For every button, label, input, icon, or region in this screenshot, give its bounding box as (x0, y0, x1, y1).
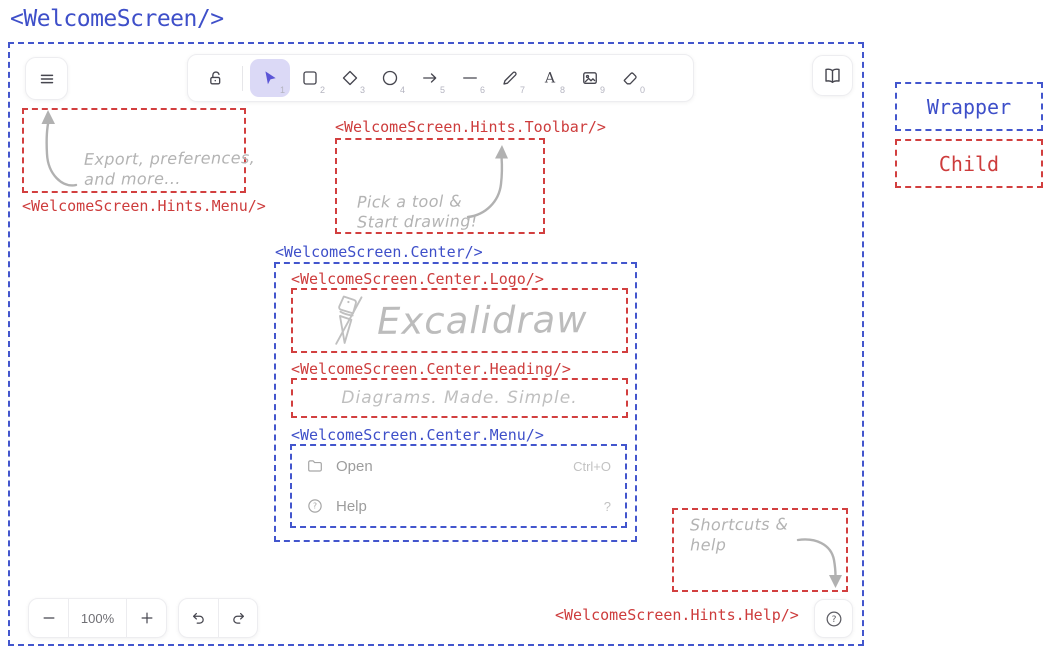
tool-shortcut: 7 (520, 85, 525, 95)
diamond-tool-button[interactable]: 3 (330, 59, 370, 97)
menu-item-shortcut: ? (604, 499, 611, 514)
question-circle-icon: ? (306, 497, 324, 515)
menu-item-open[interactable]: Open Ctrl+O (294, 451, 623, 481)
ellipse-icon (380, 68, 400, 88)
pencil-icon (500, 68, 520, 88)
menu-hint-arrow (36, 108, 86, 190)
book-icon (822, 65, 843, 86)
help-icon: ? (824, 609, 844, 629)
image-icon (580, 68, 600, 88)
menu-item-label: Open (336, 458, 373, 475)
draw-tool-button[interactable]: 7 (490, 59, 530, 97)
center-label: <WelcomeScreen.Center/> (275, 243, 483, 261)
folder-icon (306, 457, 324, 475)
tool-shortcut: 0 (640, 85, 645, 95)
help-hint-arrow (790, 528, 844, 592)
eraser-icon (620, 68, 640, 88)
legend-wrapper-label: Wrapper (927, 95, 1011, 119)
help-button[interactable]: ? (814, 599, 853, 638)
rectangle-tool-button[interactable]: 2 (290, 59, 330, 97)
logo-text: Excalidraw (377, 298, 588, 343)
center-heading-outline: Diagrams. Made. Simple. (291, 378, 628, 418)
undo-button[interactable] (179, 599, 218, 637)
zoom-controls: 100% (28, 598, 167, 638)
center-menu-label: <WelcomeScreen.Center.Menu/> (291, 426, 544, 444)
menu-hint-text: Export, preferences, and more... (84, 148, 256, 190)
tool-shortcut: 2 (320, 85, 325, 95)
tool-shortcut: 5 (440, 85, 445, 95)
tool-shortcut: 9 (600, 85, 605, 95)
tool-shortcut: 6 (480, 85, 485, 95)
eraser-tool-button[interactable]: 0 (610, 59, 650, 97)
legend-child-label: Child (939, 152, 999, 176)
legend-child-box: Child (895, 139, 1043, 188)
selection-cursor-icon (260, 68, 280, 88)
menu-item-shortcut: Ctrl+O (573, 459, 611, 474)
text-tool-button[interactable]: A 8 (530, 59, 570, 97)
svg-text:A: A (544, 71, 556, 87)
image-tool-button[interactable]: 9 (570, 59, 610, 97)
tool-shortcut: 4 (400, 85, 405, 95)
zoom-in-button[interactable] (127, 599, 166, 637)
arrow-tool-button[interactable]: 5 (410, 59, 450, 97)
legend-wrapper-box: Wrapper (895, 82, 1043, 131)
hints-menu-label: <WelcomeScreen.Hints.Menu/> (22, 197, 266, 215)
pen-logo-icon (331, 294, 365, 348)
main-menu-button[interactable] (25, 57, 68, 100)
diamond-icon (340, 68, 360, 88)
menu-item-label: Help (336, 498, 367, 515)
tool-shortcut: 3 (360, 85, 365, 95)
selection-tool-button[interactable]: 1 (250, 59, 290, 97)
center-heading-text: Diagrams. Made. Simple. (293, 380, 626, 416)
toolbar: 1 2 3 4 5 (187, 54, 694, 102)
redo-button[interactable] (218, 599, 257, 637)
welcome-screen-diagram: <WelcomeScreen/> 1 2 (0, 0, 1053, 661)
undo-redo-controls (178, 598, 258, 638)
lock-tool-button[interactable] (195, 59, 235, 97)
ellipse-tool-button[interactable]: 4 (370, 59, 410, 97)
rectangle-icon (300, 68, 320, 88)
lock-icon (205, 68, 225, 88)
svg-text:?: ? (831, 614, 836, 625)
text-icon: A (540, 68, 560, 88)
line-icon (460, 68, 480, 88)
center-logo-label: <WelcomeScreen.Center.Logo/> (291, 270, 544, 288)
toolbar-divider (242, 66, 243, 91)
tool-shortcut: 1 (280, 85, 285, 95)
welcomescreen-title-label: <WelcomeScreen/> (10, 6, 224, 32)
svg-text:?: ? (313, 502, 317, 511)
redo-icon (229, 609, 248, 628)
arrow-icon (420, 68, 440, 88)
line-tool-button[interactable]: 6 (450, 59, 490, 97)
hamburger-menu-icon (36, 68, 58, 90)
center-menu-outline: Open Ctrl+O ? Help ? (290, 444, 627, 528)
hints-toolbar-label: <WelcomeScreen.Hints.Toolbar/> (335, 118, 606, 136)
plus-icon (138, 609, 156, 627)
minus-icon (40, 609, 58, 627)
center-heading-label: <WelcomeScreen.Center.Heading/> (291, 360, 571, 378)
menu-item-help[interactable]: ? Help ? (294, 491, 623, 521)
zoom-level[interactable]: 100% (68, 599, 127, 637)
help-hint-text: Shortcuts & help (690, 514, 789, 555)
undo-icon (189, 609, 208, 628)
toolbar-hint-arrow (455, 141, 510, 221)
hints-help-label: <WelcomeScreen.Hints.Help/> (555, 606, 799, 624)
excalidraw-logo: Excalidraw (293, 290, 626, 351)
zoom-out-button[interactable] (29, 599, 68, 637)
center-logo-outline: Excalidraw (291, 288, 628, 353)
library-button[interactable] (812, 55, 853, 96)
tool-shortcut: 8 (560, 85, 565, 95)
